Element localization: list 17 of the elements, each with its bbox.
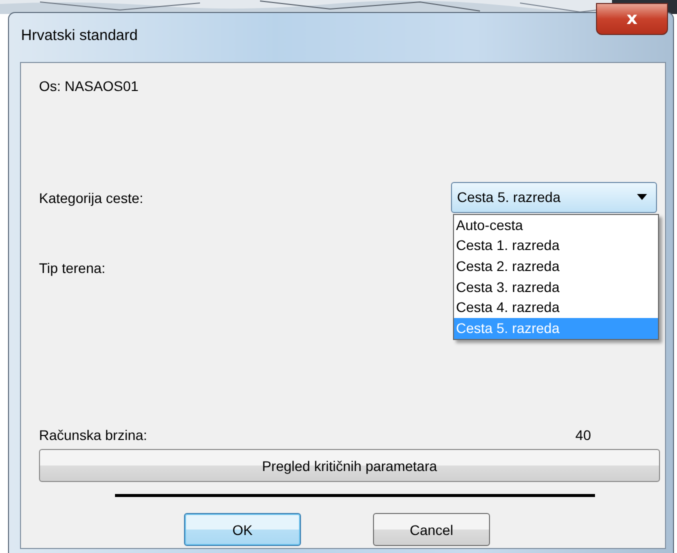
design-speed-value: 40 [575,426,591,444]
ok-button[interactable]: OK [184,513,301,546]
dropdown-option[interactable]: Cesta 3. razreda [454,276,658,298]
dropdown-option[interactable]: Cesta 2. razreda [454,256,658,277]
close-button[interactable]: x [596,3,668,35]
road-category-label: Kategorija ceste: [39,189,144,207]
dropdown-option[interactable]: Auto-cesta [454,214,658,236]
window-title: Hrvatski standard [21,27,138,44]
axis-label: Os: NASAOS01 [39,77,139,95]
dropdown-option[interactable]: Cesta 4. razreda [454,297,658,318]
review-button[interactable]: Pregled kritičnih parametara [39,449,660,482]
dropdown-option[interactable]: Cesta 1. razreda [454,235,658,256]
cancel-button[interactable]: Cancel [373,513,490,546]
design-speed-label: Računska brzina: [39,426,148,444]
terrain-label: Tip terena: [39,259,106,277]
road-category-dropdown[interactable]: Cesta 5. razreda [451,182,657,212]
caret-icon [637,194,647,200]
